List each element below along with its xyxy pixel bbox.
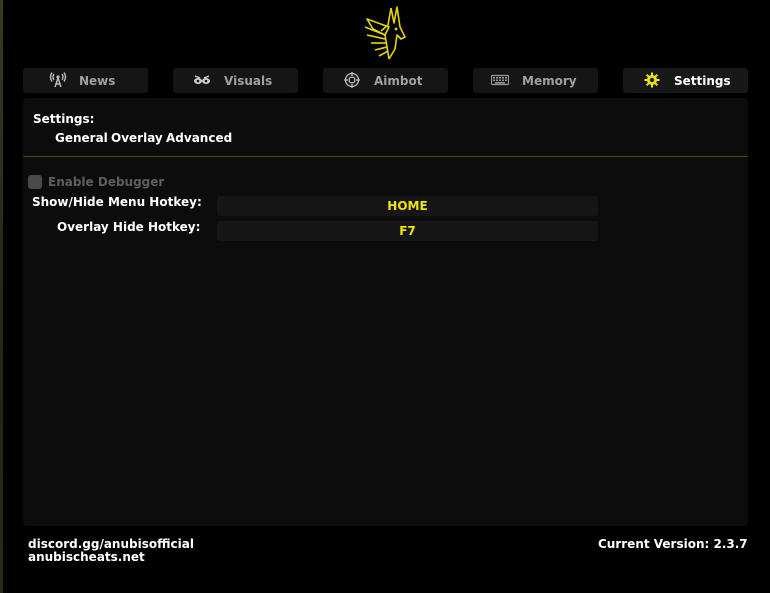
tab-visuals-label: Visuals — [224, 74, 273, 88]
website-link[interactable]: anubischeats.net — [28, 550, 145, 564]
divider — [23, 156, 748, 157]
settings-panel: Settings: General Overlay Advanced Enabl… — [23, 98, 748, 526]
version-text: Current Version: 2.3.7 — [598, 537, 748, 551]
tab-memory-label: Memory — [522, 74, 577, 88]
tab-memory[interactable]: Memory — [473, 68, 598, 93]
menu-hotkey-button[interactable]: HOME — [217, 196, 598, 216]
eyes-icon — [194, 75, 210, 84]
anubis-logo — [364, 6, 406, 60]
overlay-hotkey-label: Overlay Hide Hotkey: — [57, 220, 201, 234]
gear-icon — [644, 72, 660, 88]
tab-aimbot[interactable]: Aimbot — [323, 68, 448, 93]
tab-visuals[interactable]: Visuals — [173, 68, 298, 93]
subtab-overlay[interactable]: Overlay — [111, 131, 163, 145]
tab-news-label: News — [79, 74, 116, 88]
keyboard-icon — [491, 74, 509, 86]
enable-debugger-label: Enable Debugger — [48, 175, 165, 189]
tab-settings[interactable]: Settings — [623, 68, 748, 93]
crosshair-icon — [344, 72, 360, 88]
subtab-general[interactable]: General — [55, 131, 108, 145]
background-edge — [0, 0, 3, 593]
tab-settings-label: Settings — [674, 74, 731, 88]
tab-bar: News Visuals Aimbot Memory Settings — [23, 68, 748, 93]
discord-link[interactable]: discord.gg/anubisofficial — [28, 537, 194, 551]
menu-hotkey-label: Show/Hide Menu Hotkey: — [32, 195, 202, 209]
tab-aimbot-label: Aimbot — [374, 74, 423, 88]
tab-news[interactable]: News — [23, 68, 148, 93]
antenna-icon — [49, 72, 67, 88]
enable-debugger-checkbox[interactable] — [28, 175, 42, 189]
settings-title: Settings: — [33, 112, 95, 126]
subtab-advanced[interactable]: Advanced — [166, 131, 232, 145]
overlay-hotkey-button[interactable]: F7 — [217, 221, 598, 241]
